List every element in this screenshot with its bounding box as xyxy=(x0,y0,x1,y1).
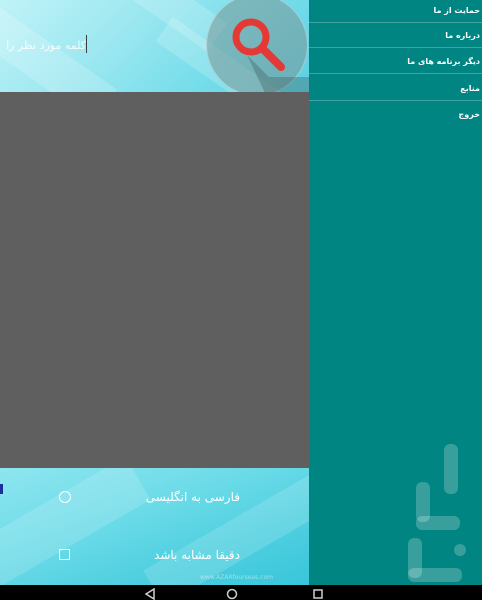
drawer-divider xyxy=(309,73,482,74)
drawer-item-other-apps[interactable]: دیگر برنامه های ما xyxy=(407,57,480,66)
watermark-url: www.AZARfourseas.com xyxy=(200,574,273,581)
drawer-divider xyxy=(309,22,482,23)
results-area xyxy=(0,92,310,468)
back-icon[interactable] xyxy=(144,588,156,600)
app-screen: فارسی به انگلیسی دقیقا مشابه باشد حمایت … xyxy=(0,0,482,585)
drawer-divider xyxy=(309,100,482,101)
drawer-item-sources[interactable]: منابع xyxy=(460,84,480,93)
search-icon xyxy=(232,18,309,92)
translation-direction-label[interactable]: فارسی به انگلیسی xyxy=(140,490,240,504)
drawer-divider xyxy=(309,47,482,48)
edge-indicator xyxy=(0,484,3,494)
home-icon[interactable] xyxy=(226,588,238,600)
text-cursor xyxy=(86,35,87,53)
drawer-item-exit[interactable]: خروج xyxy=(459,110,480,119)
drawer-item-support[interactable]: حمایت از ما xyxy=(434,6,480,15)
drawer-item-about[interactable]: درباره ما xyxy=(445,31,480,40)
options-panel: فارسی به انگلیسی دقیقا مشابه باشد xyxy=(0,468,310,585)
translation-direction-radio[interactable] xyxy=(59,491,71,503)
recent-apps-icon[interactable] xyxy=(312,588,324,600)
exact-match-label[interactable]: دقیقا مشابه باشد xyxy=(140,548,240,562)
search-header xyxy=(0,0,310,92)
search-button[interactable] xyxy=(206,0,309,92)
bazaar-logo-watermark xyxy=(408,444,466,582)
system-nav-bar xyxy=(0,585,482,600)
exact-match-checkbox[interactable] xyxy=(59,549,70,560)
search-input[interactable] xyxy=(2,30,86,60)
